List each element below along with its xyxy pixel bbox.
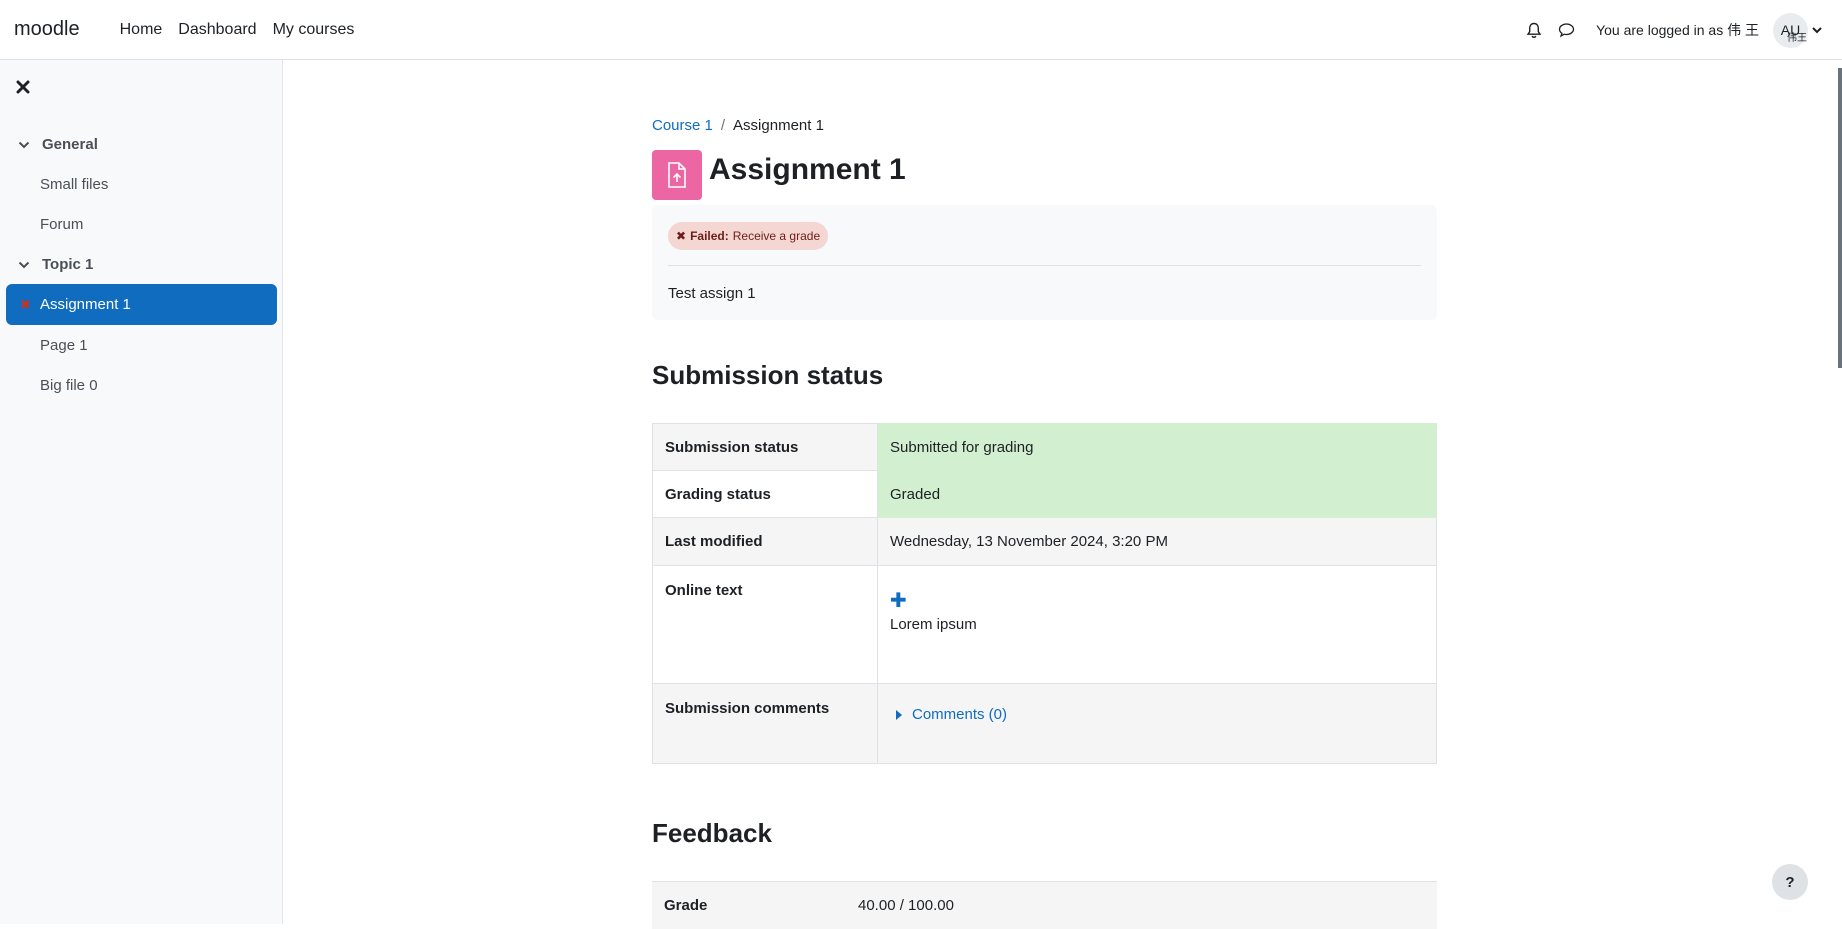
badge-status: Failed:	[690, 229, 729, 243]
course-index-drawer: General Small files Forum Topic 1 ✖ Assi…	[0, 60, 283, 924]
row-value: Graded	[877, 470, 1437, 518]
activity-label: Page 1	[40, 336, 88, 354]
online-text-cell: ✚ Lorem ipsum	[877, 565, 1437, 684]
section-topic-1[interactable]: Topic 1	[0, 244, 283, 284]
row-label: Grading status	[652, 470, 878, 518]
help-button[interactable]: ?	[1772, 864, 1808, 900]
row-label: Submission comments	[652, 683, 878, 764]
notifications-bell-icon[interactable]	[1518, 14, 1550, 46]
table-row: Last modified Wednesday, 13 November 202…	[652, 517, 1437, 566]
section-label: General	[42, 135, 98, 153]
table-row: Online text ✚ Lorem ipsum	[652, 565, 1437, 684]
activity-label: Forum	[40, 215, 84, 233]
logged-in-text: You are logged in as 伟 王	[1596, 22, 1759, 38]
breadcrumb: Course 1 / Assignment 1	[652, 117, 824, 134]
chevron-down-icon[interactable]	[1812, 21, 1822, 39]
activity-label: Big file 0	[40, 376, 98, 394]
nav-dashboard[interactable]: Dashboard	[170, 0, 264, 60]
badge-text: Receive a grade	[732, 229, 821, 243]
feedback-heading: Feedback	[652, 818, 772, 848]
site-brand[interactable]: moodle	[14, 18, 80, 41]
breadcrumb-current: Assignment 1	[733, 117, 824, 134]
breadcrumb-course-link[interactable]: Course 1	[652, 117, 713, 134]
row-label: Submission status	[652, 423, 878, 471]
page-header: Assignment 1	[652, 150, 906, 200]
close-drawer-icon[interactable]	[16, 80, 34, 98]
top-navbar: moodle Home Dashboard My courses You are…	[0, 0, 1842, 60]
submission-status-table: Submission status Submitted for grading …	[652, 423, 1437, 764]
activity-forum[interactable]: Forum	[0, 204, 283, 244]
row-label: Online text	[652, 565, 878, 684]
messages-chat-icon[interactable]	[1550, 14, 1582, 46]
divider	[668, 265, 1421, 266]
expand-plus-icon[interactable]: ✚	[890, 591, 1424, 611]
activity-label: Small files	[40, 175, 109, 193]
table-row: Submission status Submitted for grading	[652, 423, 1437, 471]
comments-toggle[interactable]: Comments (0)	[890, 706, 1424, 723]
row-label: Last modified	[652, 517, 878, 566]
submission-status-heading: Submission status	[652, 360, 884, 390]
grade-value: 40.00 / 100.00	[858, 897, 954, 914]
nav-my-courses[interactable]: My courses	[265, 0, 363, 60]
activity-description: Test assign 1	[668, 285, 756, 302]
section-general[interactable]: General	[0, 124, 283, 164]
activity-small-files[interactable]: Small files	[0, 164, 283, 204]
user-navigation: You are logged in as 伟 王 AU 伟王	[1518, 0, 1822, 60]
breadcrumb-separator: /	[720, 117, 726, 134]
row-value: Wednesday, 13 November 2024, 3:20 PM	[877, 517, 1437, 566]
caret-right-icon	[896, 709, 902, 720]
activity-big-file-0[interactable]: Big file 0	[0, 365, 283, 405]
activity-page-1[interactable]: Page 1	[0, 325, 283, 365]
activity-information: ✖ Failed: Receive a grade Test assign 1	[652, 205, 1437, 320]
user-avatar[interactable]: AU 伟王	[1773, 12, 1808, 48]
assignment-icon	[652, 150, 702, 200]
feedback-grade-row: Grade 40.00 / 100.00	[652, 881, 1437, 929]
online-text-value: Lorem ipsum	[890, 616, 977, 633]
table-row: Grading status Graded	[652, 470, 1437, 518]
primary-navigation: Home Dashboard My courses	[112, 0, 363, 60]
chevron-down-icon[interactable]	[18, 256, 32, 273]
avatar-subtext: 伟王	[1787, 32, 1807, 44]
page-scrollbar[interactable]	[1838, 68, 1842, 368]
section-label: Topic 1	[42, 255, 94, 273]
activity-assignment-1[interactable]: ✖ Assignment 1	[6, 284, 277, 325]
table-row: Submission comments Comments (0)	[652, 683, 1437, 764]
chevron-down-icon[interactable]	[18, 136, 32, 153]
comments-cell: Comments (0)	[877, 683, 1437, 764]
nav-home[interactable]: Home	[112, 0, 171, 60]
row-value: Submitted for grading	[877, 423, 1437, 471]
completion-status-badge: ✖ Failed: Receive a grade	[668, 222, 829, 250]
grade-label: Grade	[664, 897, 708, 914]
activity-label: Assignment 1	[40, 296, 131, 313]
failed-x-icon: ✖	[676, 229, 687, 243]
failed-x-icon: ✖	[20, 296, 31, 312]
course-index: General Small files Forum Topic 1 ✖ Assi…	[0, 124, 283, 405]
page-title: Assignment 1	[709, 153, 906, 186]
comments-label: Comments (0)	[912, 706, 1008, 723]
